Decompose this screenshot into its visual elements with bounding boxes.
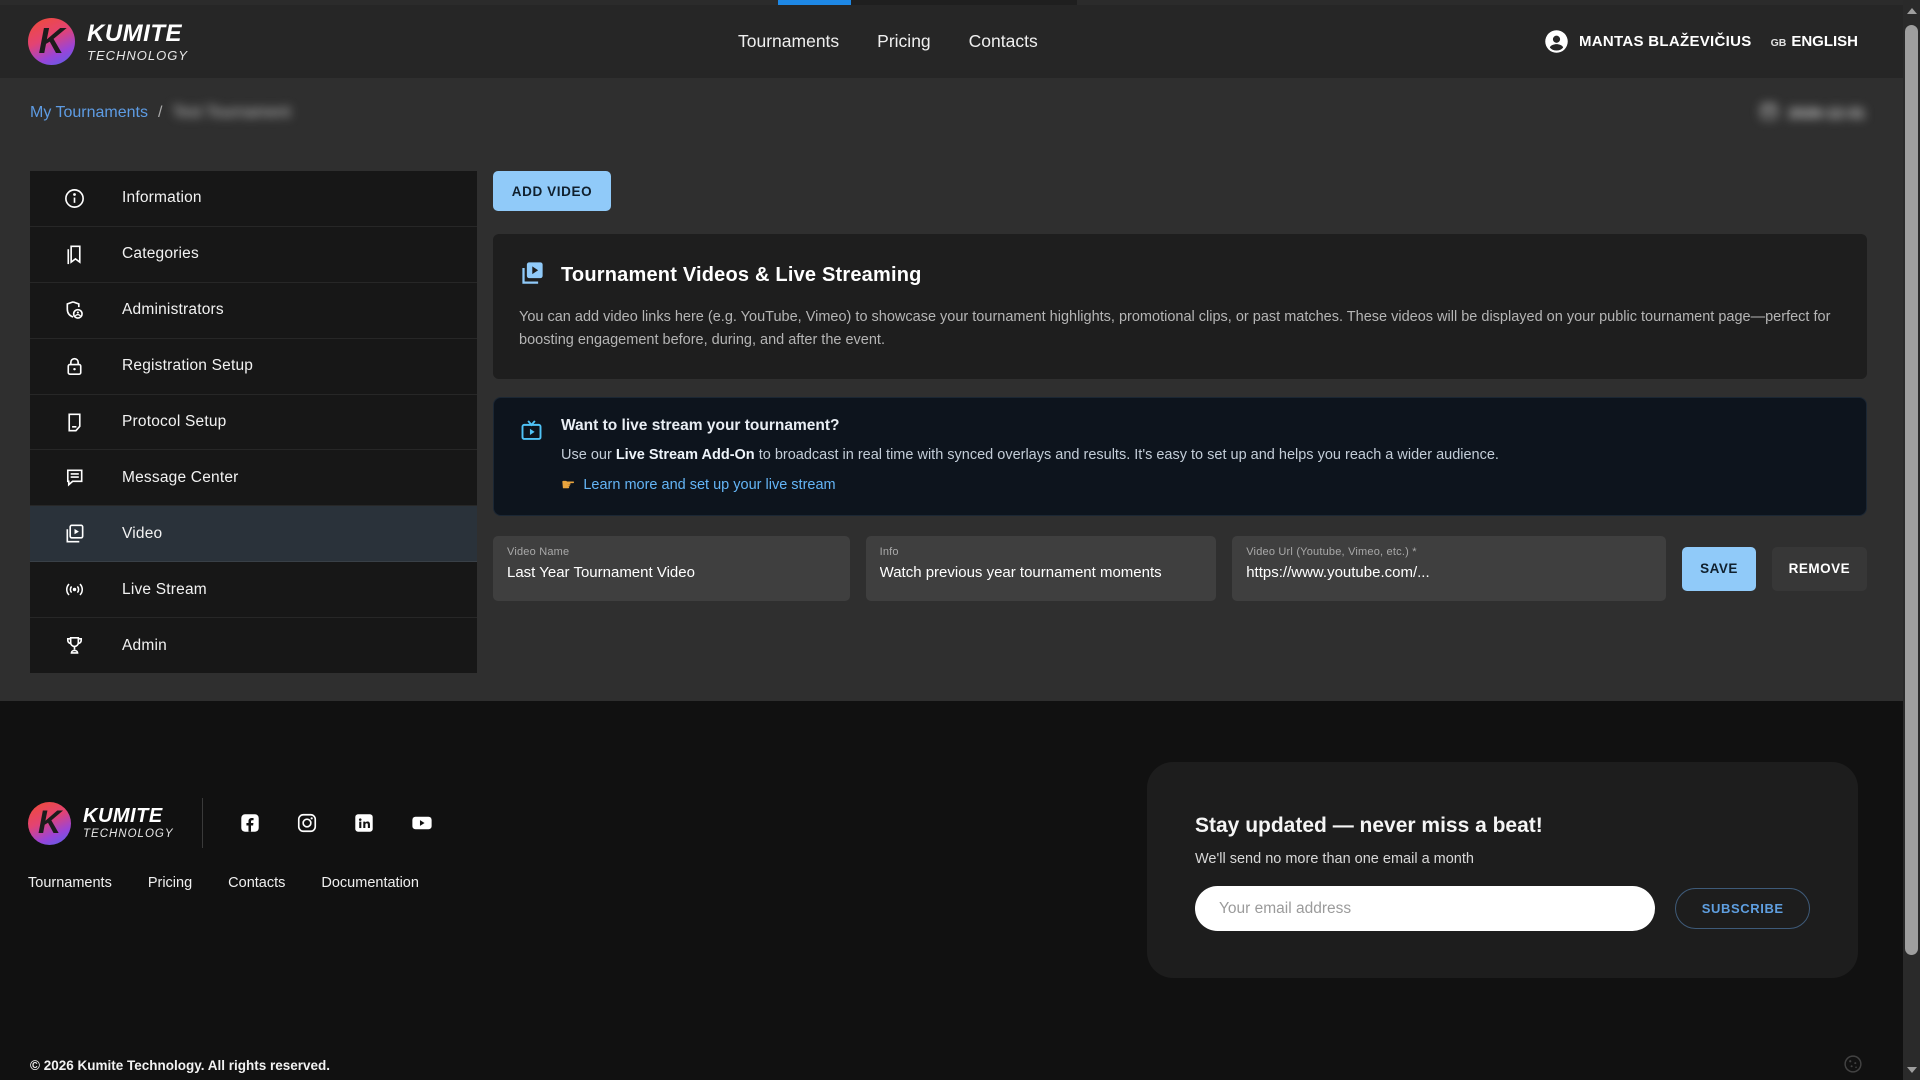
breadcrumb: My Tournaments / Test Tournament — [30, 104, 290, 122]
email-input[interactable] — [1195, 886, 1655, 931]
footer-divider — [202, 798, 203, 848]
broadcast-icon — [62, 578, 86, 602]
browser-tab-progress-bar — [778, 0, 851, 5]
sidebar-item-registration-setup[interactable]: Registration Setup — [30, 339, 477, 395]
bookmark-icon — [62, 242, 86, 266]
save-button[interactable]: SAVE — [1682, 547, 1755, 591]
footer-brand-logo[interactable]: K KUMITE TECHNOLOGY — [28, 802, 174, 845]
promo-addon-bold: Live Stream Add-On — [616, 447, 755, 463]
nav-contacts[interactable]: Contacts — [969, 31, 1038, 52]
scrollbar-down-arrow[interactable] — [1903, 1061, 1920, 1078]
sidebar-item-information[interactable]: Information — [30, 171, 477, 227]
live-stream-promo-box: Want to live stream your tournament? Use… — [493, 397, 1867, 516]
video-library-icon — [62, 522, 86, 546]
info-icon — [62, 186, 86, 210]
trophy-icon — [62, 634, 86, 658]
newsletter-card: Stay updated — never miss a beat! We'll … — [1147, 762, 1858, 978]
footer-link-contacts[interactable]: Contacts — [228, 875, 285, 891]
lock-icon — [62, 354, 86, 378]
video-settings-main: ADD VIDEO Tournament Videos & Live Strea… — [493, 171, 1867, 601]
language-selector[interactable]: GB ENGLISH — [1771, 33, 1858, 50]
user-name: MANTAS BLAŽEVIČIUS — [1579, 33, 1752, 50]
breadcrumb-my-tournaments[interactable]: My Tournaments — [30, 104, 148, 122]
sidebar-item-categories[interactable]: Categories — [30, 227, 477, 283]
breadcrumb-row: My Tournaments / Test Tournament 2026-12… — [30, 95, 1865, 131]
account-circle-icon — [1543, 28, 1570, 55]
breadcrumb-current-redacted: Test Tournament — [172, 104, 290, 122]
tournament-sidebar: Information Categories Administrators Re… — [30, 171, 477, 673]
chat-icon — [62, 466, 86, 490]
copyright-text: © 2026 Kumite Technology. All rights res… — [30, 1058, 330, 1073]
subscribe-button[interactable]: SUBSCRIBE — [1675, 888, 1810, 929]
sidebar-item-admin[interactable]: Admin — [30, 618, 477, 673]
page-footer: K KUMITE TECHNOLOGY Tournaments Pricing — [0, 701, 1920, 1080]
sidebar-item-video[interactable]: Video — [30, 506, 477, 562]
video-url-field[interactable]: Video Url (Youtube, Vimeo, etc.) * https… — [1232, 536, 1666, 601]
promo-title: Want to live stream your tournament? — [561, 417, 1842, 435]
sidebar-item-message-center[interactable]: Message Center — [30, 450, 477, 506]
footer-link-tournaments[interactable]: Tournaments — [28, 875, 112, 891]
social-links — [239, 812, 432, 834]
nav-tournaments[interactable]: Tournaments — [738, 31, 839, 52]
brand-logo[interactable]: K KUMITE TECHNOLOGY — [28, 18, 188, 65]
footer-link-documentation[interactable]: Documentation — [321, 875, 419, 891]
panel-title: Tournament Videos & Live Streaming — [561, 264, 922, 287]
document-icon — [62, 410, 86, 434]
live-stream-learn-more-link[interactable]: Learn more and set up your live stream — [583, 477, 835, 493]
sidebar-item-live-stream[interactable]: Live Stream — [30, 562, 477, 618]
add-video-button[interactable]: ADD VIDEO — [493, 171, 611, 211]
sidebar-item-administrators[interactable]: Administrators — [30, 283, 477, 339]
instagram-icon[interactable] — [296, 812, 318, 834]
language-code: GB — [1771, 37, 1787, 49]
kumite-logo-icon: K — [28, 18, 75, 65]
shield-person-icon — [62, 298, 86, 322]
scrollbar-thumb[interactable] — [1905, 25, 1918, 955]
footer-link-pricing[interactable]: Pricing — [148, 875, 192, 891]
kumite-logo-icon-footer: K — [28, 802, 71, 845]
remove-button[interactable]: REMOVE — [1772, 547, 1867, 591]
page-scrollbar[interactable] — [1903, 0, 1920, 1080]
top-navbar: K KUMITE TECHNOLOGY Tournaments Pricing … — [0, 5, 1920, 78]
video-info-field[interactable]: Info Watch previous year tournament mome… — [866, 536, 1217, 601]
newsletter-title: Stay updated — never miss a beat! — [1195, 814, 1810, 838]
linkedin-icon[interactable] — [353, 812, 375, 834]
calendar-icon — [1758, 100, 1780, 126]
pointing-hand-icon: ☛ — [561, 475, 575, 495]
promo-text: Use our Live Stream Add-On to broadcast … — [561, 447, 1842, 463]
brand-name: KUMITE — [87, 22, 188, 46]
cookie-settings-icon[interactable] — [1842, 1053, 1864, 1075]
tv-play-icon — [518, 417, 545, 495]
videos-intro-panel: Tournament Videos & Live Streaming You c… — [493, 234, 1867, 379]
nav-pricing[interactable]: Pricing — [877, 31, 931, 52]
tournament-date-redacted: 2026-12-31 — [1788, 105, 1865, 122]
footer-nav: Tournaments Pricing Contacts Documentati… — [28, 875, 419, 891]
facebook-icon[interactable] — [239, 812, 261, 834]
youtube-icon[interactable] — [410, 812, 432, 834]
newsletter-subtitle: We'll send no more than one email a mont… — [1195, 851, 1810, 867]
sidebar-item-protocol-setup[interactable]: Protocol Setup — [30, 395, 477, 451]
browser-tab-sliver — [851, 0, 1077, 5]
brand-subtitle: TECHNOLOGY — [87, 49, 188, 62]
video-name-field[interactable]: Video Name Last Year Tournament Video — [493, 536, 850, 601]
video-entry-row: Video Name Last Year Tournament Video In… — [493, 536, 1867, 601]
video-library-blue-icon — [519, 259, 546, 291]
main-nav: Tournaments Pricing Contacts — [738, 5, 1038, 78]
browser-top-strip — [0, 0, 1920, 5]
scrollbar-up-arrow[interactable] — [1903, 2, 1920, 19]
tournament-date-badge: 2026-12-31 — [1758, 100, 1865, 126]
panel-description: You can add video links here (e.g. YouTu… — [519, 306, 1841, 352]
language-name: ENGLISH — [1791, 33, 1858, 50]
user-menu[interactable]: MANTAS BLAŽEVIČIUS GB ENGLISH — [1543, 5, 1858, 78]
breadcrumb-separator: / — [158, 104, 162, 122]
